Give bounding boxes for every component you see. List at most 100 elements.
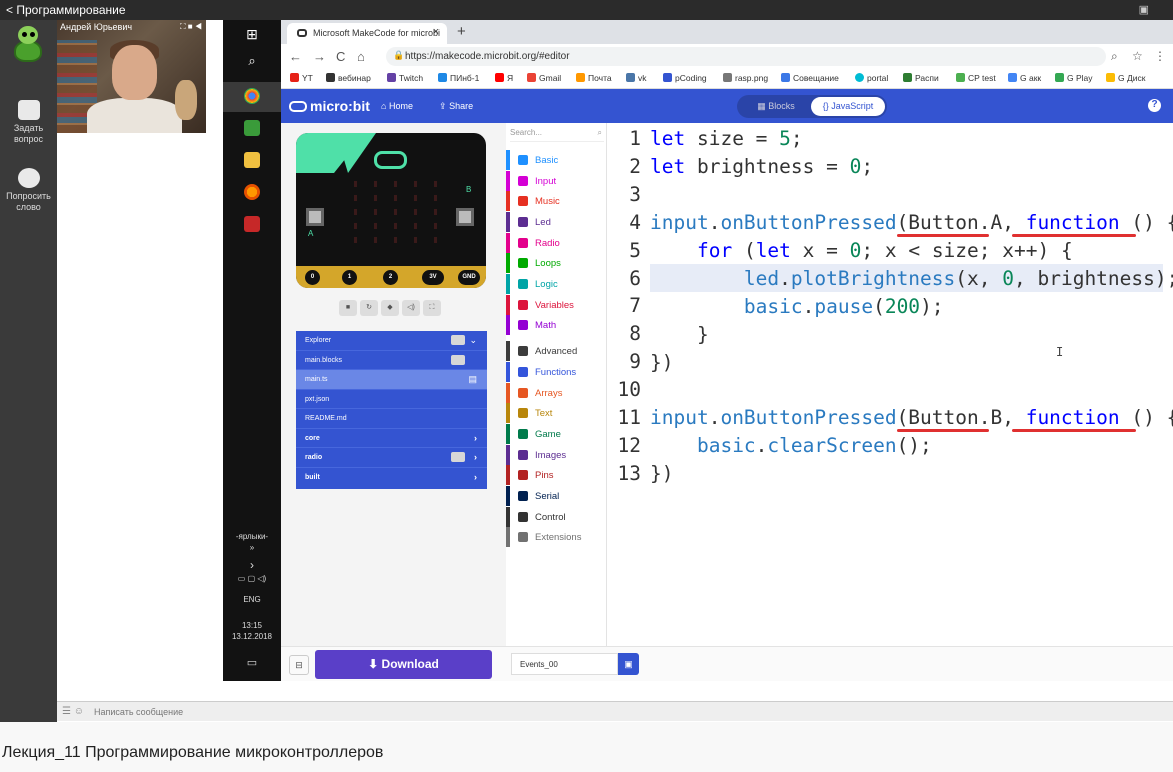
download-button[interactable]: ⬇ Download: [315, 650, 492, 679]
fullscreen-icon[interactable]: ▣: [1139, 3, 1149, 16]
windows-start-icon[interactable]: ⊞: [223, 26, 281, 43]
javascript-button[interactable]: {} JavaScript: [811, 97, 885, 116]
share-button[interactable]: ⇪ Share: [439, 101, 473, 112]
toolbox-category-radio[interactable]: Radio: [506, 233, 606, 253]
reload-icon[interactable]: C: [336, 49, 345, 64]
slowmo-icon[interactable]: ◆: [381, 300, 399, 316]
bookmark-item[interactable]: Почта: [576, 73, 612, 83]
file-item[interactable]: README.md: [296, 409, 487, 429]
toolbox-category-math[interactable]: Math: [506, 315, 606, 335]
restart-icon[interactable]: ↻: [360, 300, 378, 316]
stop-icon[interactable]: ■: [339, 300, 357, 316]
package-folder[interactable]: core ›: [296, 429, 487, 448]
address-bar[interactable]: 🔒 https://makecode.microbit.org/#editor: [386, 47, 1106, 66]
toolbox-category-pins[interactable]: Pins: [506, 465, 606, 485]
explorer-header[interactable]: Explorer ⌄: [296, 331, 487, 351]
filezilla-icon[interactable]: [244, 216, 260, 232]
toolbox-search-input[interactable]: Search... ⌕: [510, 128, 604, 142]
toolbox-category-advanced[interactable]: Advanced: [506, 341, 606, 361]
toolbox-category-serial[interactable]: Serial: [506, 486, 606, 506]
package-folder[interactable]: built ›: [296, 468, 487, 488]
shortcuts-arrow[interactable]: »: [223, 543, 281, 552]
bookmark-item[interactable]: CP test: [956, 73, 996, 83]
zoom-icon[interactable]: ⌕: [1111, 49, 1118, 64]
blocks-button[interactable]: ▦ Blocks: [743, 101, 809, 112]
pin-1[interactable]: 1: [342, 270, 357, 285]
code-editor[interactable]: 1 2 3 4 5 6 7 8 9 10 11 12 13 let size = 5; let brig…: [607, 123, 1173, 646]
webcam-controls[interactable]: ⛶ ■ ◀: [180, 22, 202, 32]
microbit-logo[interactable]: micro:bit: [289, 98, 370, 114]
share-icon[interactable]: <: [6, 3, 13, 17]
toolbox-category-extensions[interactable]: Extensions: [506, 527, 606, 547]
mute-icon[interactable]: ◁): [402, 300, 420, 316]
toolbox-category-music[interactable]: Music: [506, 191, 606, 211]
bookmark-item[interactable]: Gmail: [527, 73, 561, 83]
fullscreen-icon[interactable]: ⛶: [423, 300, 441, 316]
home-icon[interactable]: ⌂: [357, 49, 365, 64]
toolbox-category-functions[interactable]: Functions: [506, 362, 606, 382]
notifications-icon[interactable]: ▭: [223, 656, 281, 669]
bookmark-item[interactable]: G Play: [1055, 73, 1093, 83]
bookmark-item[interactable]: rasp.png: [723, 73, 768, 83]
toolbox-category-loops[interactable]: Loops: [506, 253, 606, 273]
button-b[interactable]: [456, 208, 474, 226]
bookmark-item[interactable]: Twitch: [387, 73, 423, 83]
delete-icon[interactable]: [451, 354, 465, 365]
bookmark-item[interactable]: Я: [495, 73, 513, 83]
toolbox-category-basic[interactable]: Basic: [506, 150, 606, 170]
add-file-icon[interactable]: [451, 335, 465, 345]
toolbox-category-logic[interactable]: Logic: [506, 274, 606, 294]
bookmark-item[interactable]: G Диск: [1106, 73, 1145, 83]
toolbox-category-arrays[interactable]: Arrays: [506, 383, 606, 403]
bookmark-item[interactable]: вебинар: [326, 73, 371, 83]
new-tab-icon[interactable]: +: [457, 23, 466, 40]
project-name-input[interactable]: Events_00: [511, 653, 618, 675]
chevron-right-icon[interactable]: ›: [223, 558, 281, 572]
toolbox-category-variables[interactable]: Variables: [506, 295, 606, 315]
star-icon[interactable]: ☆: [1132, 49, 1143, 63]
sheet-app-icon[interactable]: [244, 120, 260, 136]
home-button[interactable]: ⌂ Home: [381, 101, 413, 111]
bookmark-item[interactable]: YT: [290, 73, 313, 83]
button-a[interactable]: [306, 208, 324, 226]
bookmark-item[interactable]: G акк: [1008, 73, 1041, 83]
chat-input-row[interactable]: ☰ ☺ Написать сообщение: [57, 701, 1173, 721]
pin-2[interactable]: 2: [383, 270, 398, 285]
chrome-icon[interactable]: [244, 88, 260, 104]
file-item[interactable]: main.blocks: [296, 351, 487, 370]
back-icon[interactable]: ←: [289, 49, 302, 64]
firefox-icon[interactable]: [244, 184, 260, 200]
browser-tab[interactable]: Microsoft MakeCode for microbi ×: [287, 23, 447, 44]
bookmark-item[interactable]: vk: [626, 73, 647, 83]
toolbox-category-game[interactable]: Game: [506, 424, 606, 444]
toolbox-category-text[interactable]: Text: [506, 403, 606, 423]
bookmark-item[interactable]: Распи: [903, 73, 939, 83]
folder-icon[interactable]: [244, 152, 260, 168]
file-item[interactable]: pxt.json: [296, 390, 487, 409]
pin-0[interactable]: 0: [305, 270, 320, 285]
collapse-simulator-icon[interactable]: ⊟: [289, 655, 309, 675]
file-item-selected[interactable]: main.ts ▤: [296, 370, 487, 390]
ask-question-button[interactable]: Задать вопрос: [0, 100, 57, 145]
package-folder[interactable]: radio ›: [296, 448, 487, 468]
delete-icon[interactable]: [451, 452, 465, 462]
toolbox-category-control[interactable]: Control: [506, 507, 606, 527]
request-word-button[interactable]: Попросить слово: [0, 168, 57, 213]
bookmark-item[interactable]: portal: [855, 73, 888, 83]
microbit-simulator[interactable]: A B 0 1 2 3V GND: [296, 133, 486, 288]
close-tab-icon[interactable]: ×: [433, 26, 439, 38]
bookmark-item[interactable]: pCoding: [663, 73, 707, 83]
bookmark-item[interactable]: Совещание: [781, 73, 839, 83]
language-indicator[interactable]: ENG: [223, 595, 281, 604]
menu-icon[interactable]: ⋮: [1154, 49, 1166, 63]
bookmark-item[interactable]: ПИнб-1: [438, 73, 479, 83]
toolbox-category-led[interactable]: Led: [506, 212, 606, 232]
tray-icons[interactable]: ▭ ▢ ◁): [223, 574, 281, 583]
toolbox-category-input[interactable]: Input: [506, 171, 606, 191]
menu-icon[interactable]: ☰ ☺: [62, 706, 84, 717]
help-icon[interactable]: ?: [1148, 99, 1161, 112]
search-icon[interactable]: ⌕: [223, 53, 281, 69]
toolbox-category-images[interactable]: Images: [506, 445, 606, 465]
save-icon[interactable]: ▣: [618, 653, 639, 675]
forward-icon[interactable]: →: [313, 49, 326, 64]
